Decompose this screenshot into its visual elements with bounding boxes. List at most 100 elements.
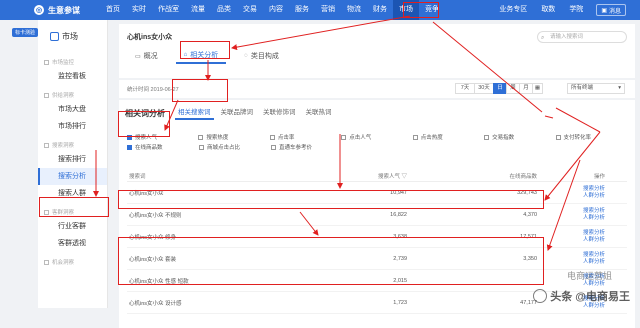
terminal-select[interactable]: 所有终端 ▾ [567,83,625,94]
checkbox[interactable] [127,135,132,140]
action-link-1[interactable]: 人群分析 [583,259,605,266]
nav-item-0[interactable]: 首页 [100,0,126,20]
checkbox[interactable] [341,135,346,140]
calendar-icon[interactable]: ▦ [532,83,543,94]
sidebar-item-2-0[interactable]: 搜索排行 [38,151,107,168]
option-opt-row2-1[interactable]: 商城点击占比 [199,143,271,151]
period-0[interactable]: 7天 [455,83,475,94]
nav-item-2[interactable]: 作战室 [152,0,185,20]
option-label: 点击人气 [349,133,371,141]
cell-actions: 搜索分析人群分析 [537,186,607,200]
sidebar-item-2-2[interactable]: 搜索人群 [38,185,107,202]
nav-right-item-0[interactable]: 业务专区 [492,0,534,20]
option-opt-row1-2[interactable]: 点击率 [270,133,341,141]
checkbox[interactable] [199,145,204,150]
search-input[interactable]: ⌕ 请输入搜索词 [537,31,627,43]
action-links: 搜索分析人群分析 [537,208,605,222]
sub-tab-2[interactable]: 关联修饰词 [260,106,299,120]
option-opt-row1-3[interactable]: 点击人气 [341,133,412,141]
nav-item-1[interactable]: 实时 [126,0,152,20]
checkbox[interactable] [484,135,489,140]
checkbox[interactable] [270,135,275,140]
cell-item-count: 329,743 [407,190,537,196]
filter-row: 统计时间 2019-06-27 7天30天日周月▦ 所有终端 ▾ [119,80,635,98]
tab-0[interactable]: ▭概况 [127,48,166,64]
sidebar-item-1-1[interactable]: 市场排行 [38,118,107,135]
option-label: 在线商品数 [135,143,163,151]
nav-item-10[interactable]: 财务 [367,0,393,20]
period-4[interactable]: 月 [519,83,533,94]
cell-actions: 搜索分析人群分析 [537,208,607,222]
sub-tab-1[interactable]: 关联品牌词 [218,106,257,120]
nav-right-item-2[interactable]: 学院 [562,0,590,20]
option-opt-row1-6[interactable]: 支付转化率 [556,133,627,141]
cell-item-count: 4,370 [407,212,537,218]
period-1[interactable]: 30天 [474,83,494,94]
sidebar-group-4: 机会洞察 [38,252,107,268]
action-link-0[interactable]: 搜索分析 [583,252,605,259]
nav-item-6[interactable]: 内容 [263,0,289,20]
main-nav: 首页实时作战室流量品类交易内容服务营销物流财务市场竞争 [100,0,445,20]
action-link-0[interactable]: 搜索分析 [583,230,605,237]
sidebar-group-label: 市场监控 [52,58,74,66]
checkbox[interactable] [556,135,561,140]
table-row: 心机ins女小众 套装2,7393,350搜索分析人群分析 [127,248,627,270]
sub-tab-3[interactable]: 关联热词 [303,106,335,120]
option-label: 点击率 [278,133,295,141]
tab-label: 概况 [144,51,158,61]
logo[interactable]: ◎ 生意参谋 [0,5,100,16]
nav-item-3[interactable]: 流量 [185,0,211,20]
cell-word: 心机ins女小众 [127,189,337,197]
option-opt-row1-4[interactable]: 点击热度 [413,133,484,141]
message-button[interactable]: ▣ 消息 [596,4,626,16]
option-opt-row1-5[interactable]: 交易指数 [484,133,555,141]
nav-item-7[interactable]: 服务 [289,0,315,20]
option-opt-row2-0[interactable]: 在线商品数 [127,143,199,151]
tab-2[interactable]: ◌类目构成 [236,48,287,64]
nav-item-11[interactable]: 市场 [393,0,419,20]
action-link-1[interactable]: 人群分析 [583,237,605,244]
tab-label: 相关分析 [190,50,218,60]
table-row: 心机ins女小众 不规则16,8224,370搜索分析人群分析 [127,204,627,226]
column-header-1[interactable]: 搜索人气 ▽ [337,172,407,180]
search-placeholder: 请输入搜索词 [550,34,583,40]
nav-item-4[interactable]: 品类 [211,0,237,20]
checkbox[interactable] [127,145,132,150]
sidebar-group-label: 搜索洞察 [52,141,74,149]
period-3[interactable]: 周 [506,83,520,94]
cell-word: 心机ins女小众 套装 [127,255,337,263]
checkbox[interactable] [198,135,203,140]
sidebar-list: 市场监控监控看板供给洞察市场大盘市场排行搜索洞察搜索排行搜索分析搜索人群客群洞察… [38,52,107,268]
sidebar-item-3-0[interactable]: 行业客群 [38,218,107,235]
option-opt-row1-0[interactable]: 搜索人气 [127,133,198,141]
action-link-0[interactable]: 搜索分析 [583,186,605,193]
sidebar-item-3-1[interactable]: 客群透视 [38,235,107,252]
checkbox[interactable] [413,135,418,140]
tab-icon: ◌ [244,53,248,59]
checkbox[interactable] [271,145,276,150]
tab-1[interactable]: ⌂相关分析 [176,48,227,64]
sidebar-item-0-0[interactable]: 监控看板 [38,68,107,85]
sub-tabs: 相关搜索词关联品牌词关联修饰词关联热词 [175,106,339,120]
action-link-1[interactable]: 人群分析 [583,193,605,200]
option-label: 点击热度 [421,133,443,141]
action-link-1[interactable]: 人群分析 [583,215,605,222]
sidebar-item-1-0[interactable]: 市场大盘 [38,101,107,118]
option-row-2: 在线商品数 商城点击占比直通车参考价 [127,142,627,152]
sidebar-group-0: 市场监控 [38,52,107,68]
nav-item-5[interactable]: 交易 [237,0,263,20]
sub-tab-0[interactable]: 相关搜索词 [175,106,214,120]
period-2[interactable]: 日 [493,83,507,94]
nav-item-9[interactable]: 物流 [341,0,367,20]
action-link-0[interactable]: 搜索分析 [583,208,605,215]
nav-item-8[interactable]: 营销 [315,0,341,20]
group-icon [44,93,49,98]
sidebar-item-2-1[interactable]: 搜索分析 [38,168,107,185]
main-content: 心机ins女小众 ⌕ 请输入搜索词 ▭概况 ⌂相关分析 ◌类目构成 统计时间 201… [115,20,640,308]
cell-popularity: 16,822 [337,212,407,218]
action-links: 搜索分析人群分析 [537,230,605,244]
option-opt-row1-1[interactable]: 搜索热度 [198,133,269,141]
nav-right-item-1[interactable]: 取数 [534,0,562,20]
option-opt-row2-2[interactable]: 直通车参考价 [271,143,343,151]
nav-item-12[interactable]: 竞争 [419,0,445,20]
